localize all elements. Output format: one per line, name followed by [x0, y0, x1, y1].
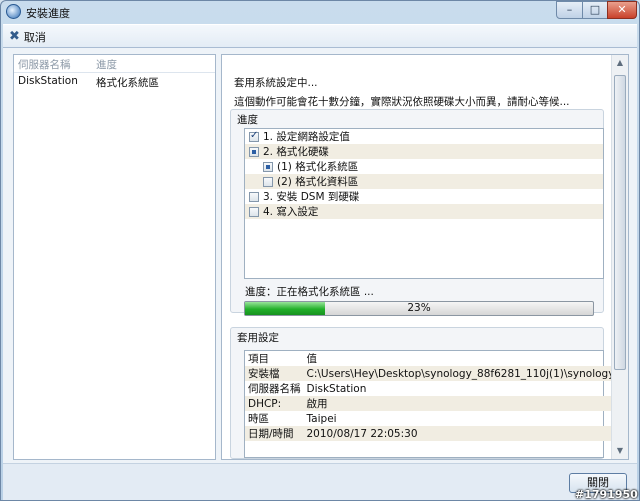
server-list-header: 伺服器名稱 進度 — [14, 55, 215, 73]
checkbox-partial[interactable] — [263, 161, 273, 172]
column-header-server-name[interactable]: 伺服器名稱 — [14, 55, 92, 72]
scrollbar-thumb[interactable] — [614, 75, 626, 370]
column-header-value[interactable]: 值 — [304, 351, 623, 366]
window-title: 安裝進度 — [26, 7, 70, 20]
settings-group-title: 套用設定 — [237, 332, 279, 344]
scroll-down-icon[interactable]: ▼ — [612, 443, 628, 459]
install-progress-window: 安裝進度 – □ ✕ ✖ 取消 伺服器名稱 進度 DiskStation 格式化… — [0, 0, 640, 501]
task-item[interactable]: 2. 格式化硬碟 — [245, 144, 603, 159]
column-header-progress[interactable]: 進度 — [92, 55, 215, 72]
setting-item: 日期/時間 — [245, 426, 304, 441]
table-row[interactable]: 伺服器名稱 DiskStation — [245, 381, 623, 396]
main-heading: 套用系統設定中... — [234, 77, 318, 89]
task-item[interactable]: 4. 寫入設定 — [245, 204, 603, 219]
tools-icon: ✖ — [9, 29, 20, 44]
setting-value: 啟用 — [303, 396, 623, 411]
checkbox-unchecked[interactable] — [249, 191, 259, 202]
watermark: #1791950 — [575, 488, 638, 501]
setting-item: 時區 — [248, 413, 269, 425]
setting-item: DHCP: — [245, 396, 304, 411]
progress-group: 進度 1. 設定網路設定值 2. 格式化硬碟 (1) 格式化系統區 — [230, 109, 604, 316]
settings-table-grid: 項目 值 安裝檔 C:\Users\Hey\Desktop\synology_8… — [245, 351, 623, 441]
setting-value: C:\Users\Hey\Desktop\synology_88f6281_11… — [303, 366, 623, 381]
setting-item: 安裝檔 — [245, 366, 304, 381]
settings-table[interactable]: 項目 值 安裝檔 C:\Users\Hey\Desktop\synology_8… — [244, 350, 623, 458]
scroll-up-icon[interactable]: ▲ — [612, 55, 628, 71]
task-label: 3. 安裝 DSM 到硬碟 — [263, 191, 360, 203]
vertical-scrollbar[interactable]: ▲ ▼ — [611, 55, 628, 459]
checkbox-checked[interactable] — [249, 130, 259, 142]
progress-group-title: 進度 — [237, 114, 258, 126]
task-list[interactable]: 1. 設定網路設定值 2. 格式化硬碟 (1) 格式化系統區 (2) 格式化資料… — [244, 128, 604, 279]
setting-value: Taipei — [306, 412, 337, 425]
task-item[interactable]: (2) 格式化資料區 — [245, 174, 603, 189]
task-item[interactable]: 3. 安裝 DSM 到硬碟 — [245, 189, 603, 204]
cancel-label: 取消 — [23, 30, 46, 44]
server-row[interactable]: DiskStation 格式化系統區 — [14, 73, 215, 90]
checkbox-unchecked[interactable] — [263, 176, 273, 187]
table-row[interactable]: 安裝檔 C:\Users\Hey\Desktop\synology_88f628… — [245, 366, 623, 381]
task-label: 1. 設定網路設定值 — [263, 131, 350, 143]
task-label: 2. 格式化硬碟 — [263, 146, 329, 158]
setting-value: 2010/08/17 22:05:30 — [303, 426, 623, 441]
checkbox-partial[interactable] — [249, 146, 259, 157]
server-name: DiskStation — [18, 75, 78, 87]
app-icon — [6, 4, 21, 19]
task-label: (1) 格式化系統區 — [277, 161, 359, 173]
server-list[interactable]: 伺服器名稱 進度 DiskStation 格式化系統區 — [13, 54, 216, 460]
toolbar: ✖ 取消 — [3, 24, 637, 48]
server-status: 格式化系統區 — [96, 77, 159, 89]
column-header-item[interactable]: 項目 — [245, 351, 304, 366]
main-description: 這個動作可能會花十數分鐘，實際狀況依照硬碟大小而異，請耐心等候... — [234, 96, 570, 108]
cancel-button[interactable]: ✖ 取消 — [9, 28, 46, 45]
maximize-button[interactable]: □ — [582, 1, 608, 19]
close-window-button[interactable]: ✕ — [607, 1, 637, 19]
content-area: 伺服器名稱 進度 DiskStation 格式化系統區 套用系統設定中... 這… — [3, 48, 637, 463]
table-row[interactable]: 時區 Taipei — [245, 411, 623, 426]
task-item[interactable]: 1. 設定網路設定值 — [245, 129, 603, 144]
settings-group: 套用設定 項目 值 安裝檔 C:\Users\Hey\Desktop\synol… — [230, 327, 623, 459]
task-label: (2) 格式化資料區 — [277, 176, 359, 188]
title-bar[interactable]: 安裝進度 – □ ✕ — [1, 1, 639, 23]
settings-header-row: 項目 值 — [245, 351, 623, 366]
task-item[interactable]: (1) 格式化系統區 — [245, 159, 603, 174]
checkbox-unchecked[interactable] — [249, 206, 259, 217]
table-row[interactable]: DHCP: 啟用 — [245, 396, 623, 411]
table-row[interactable]: 日期/時間 2010/08/17 22:05:30 — [245, 426, 623, 441]
minimize-button[interactable]: – — [556, 1, 583, 19]
setting-value: DiskStation — [306, 382, 367, 395]
progress-percent: 23% — [407, 302, 431, 314]
details-pane: 套用系統設定中... 這個動作可能會花十數分鐘，實際狀況依照硬碟大小而異，請耐心… — [221, 54, 629, 460]
progress-bar: 23% — [244, 301, 594, 316]
setting-item: 伺服器名稱 — [248, 383, 301, 395]
task-label: 4. 寫入設定 — [263, 206, 319, 218]
footer: 關閉 — [3, 463, 637, 500]
progress-status-text: 進度：正在格式化系統區 ... — [245, 286, 374, 298]
